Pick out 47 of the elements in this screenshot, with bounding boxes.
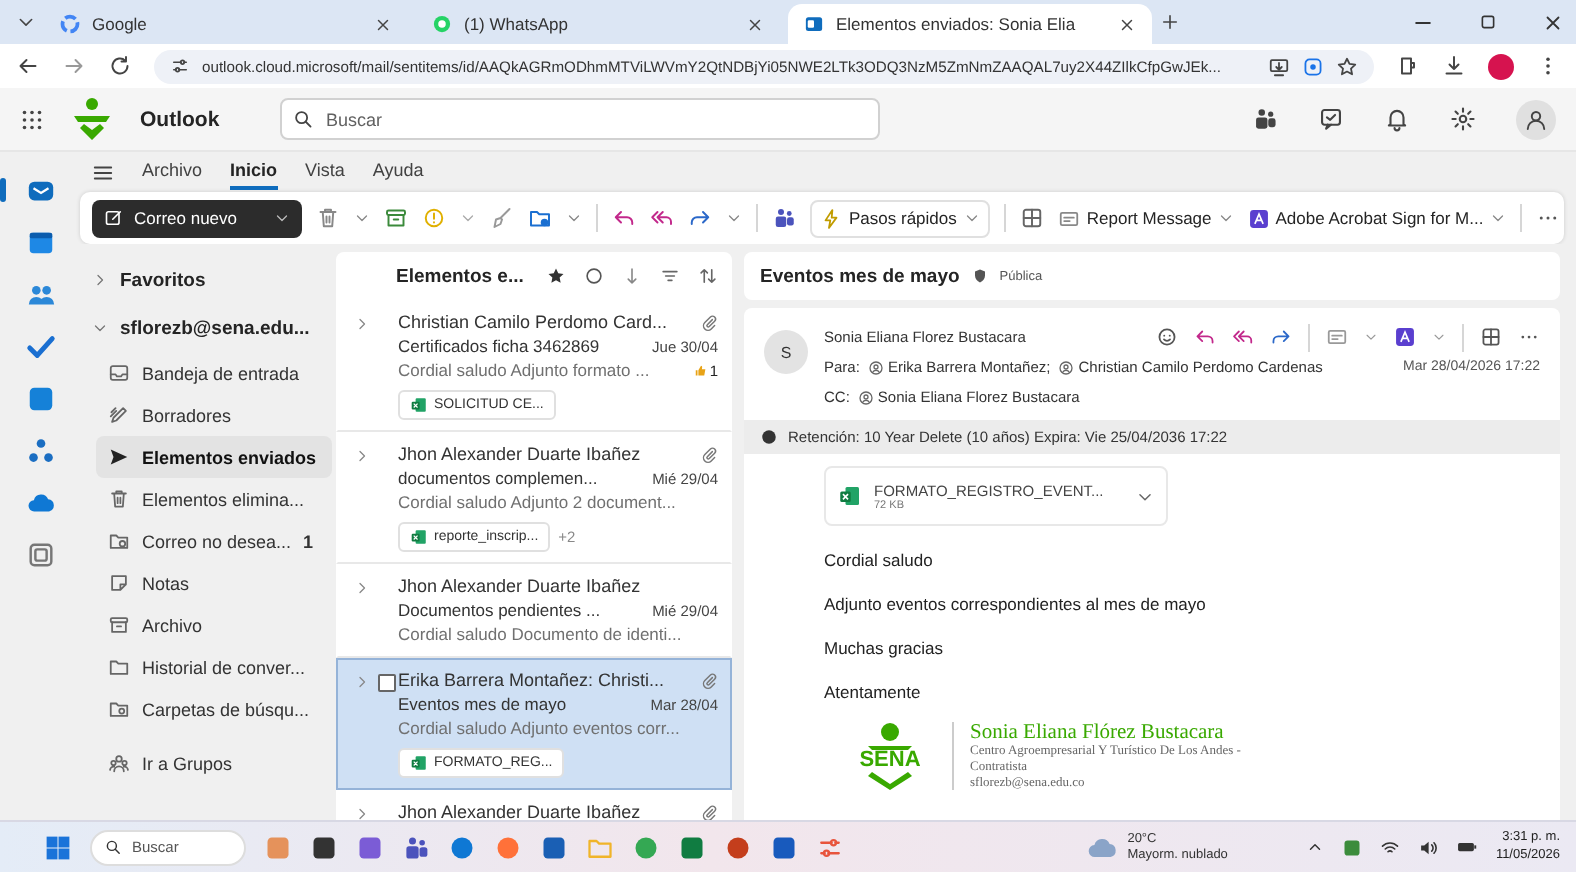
body-paragraph: Cordial saludo: [824, 550, 935, 570]
report-message-button[interactable]: Report Message: [1058, 207, 1234, 229]
sender-name: Jhon Alexander Duarte Ibañez: [398, 576, 643, 596]
ribbon-tab[interactable]: Ayuda: [372, 154, 424, 190]
sender-name: Jhon Alexander Duarte Ibañez: [398, 802, 643, 820]
ribbon-tab[interactable]: Vista: [305, 154, 345, 190]
folder-item[interactable]: Borradores: [96, 394, 332, 436]
message-subject-title: Eventos mes de mayo: [760, 265, 960, 287]
ribbon-tab[interactable]: Archivo: [142, 154, 203, 190]
message-subject: Documentos pendientes ...: [398, 600, 601, 620]
folder-item[interactable]: Notas: [96, 562, 332, 604]
folder-item[interactable]: Carpetas de búsqu...: [96, 688, 332, 730]
folder-item[interactable]: Elementos elimina...: [96, 478, 332, 520]
app-name: Outlook: [140, 107, 222, 131]
sender-name: Erika Barrera Montañez: Christi...: [398, 670, 667, 690]
message-item[interactable]: Jhon Alexander Duarte Ibañez: [336, 790, 732, 820]
folder-item[interactable]: Historial de conver...: [96, 646, 332, 688]
quick-steps-button[interactable]: Pasos rápidos: [809, 199, 991, 237]
signature-logo: SENA: [844, 722, 936, 790]
folder-item[interactable]: Correo no desea... 1: [96, 520, 332, 562]
body-paragraph: Atentamente: [824, 682, 923, 702]
message-subject: Eventos mes de mayo: [398, 694, 567, 714]
sender-name: Jhon Alexander Duarte Ibañez: [398, 444, 643, 464]
folder-item[interactable]: Archivo: [96, 604, 332, 646]
body-paragraph: Adjunto eventos correspondientes al mes de mayo: [824, 594, 1208, 614]
message-subject: Certificados ficha 3462869: [398, 336, 600, 356]
folder-item[interactable]: Bandeja de entrada: [96, 352, 332, 394]
message-preview: Cordial saludo Adjunto eventos corr...: [398, 718, 680, 738]
sender-name: Christian Camilo Perdomo Card...: [398, 312, 670, 332]
message-preview: Cordial saludo Documento de identi...: [398, 624, 682, 644]
folder-group[interactable]: Favoritos: [84, 256, 206, 304]
body-paragraph: Muchas gracias: [824, 638, 946, 658]
search-field[interactable]: Buscar: [280, 98, 880, 140]
acrobat-sign-button[interactable]: Adobe Acrobat Sign for M...: [1247, 207, 1506, 229]
signature-name: Sonia Eliana Flórez Bustacara: [970, 722, 1226, 744]
browser-tab[interactable]: Elementos enviados: Sonia Elia: [788, 4, 1152, 44]
folder-item[interactable]: Elementos enviados: [96, 436, 332, 478]
sender-avatar: S: [764, 330, 808, 374]
message-preview: Cordial saludo Adjunto formato ...: [398, 360, 650, 380]
new-mail-button[interactable]: Correo nuevo: [92, 199, 302, 237]
groups-link[interactable]: Ir a Grupos: [96, 742, 332, 784]
message-preview: Cordial saludo Adjunto 2 document...: [398, 492, 676, 512]
browser-tab[interactable]: Google: [44, 4, 408, 44]
browser-tab[interactable]: (1) WhatsApp: [416, 4, 780, 44]
account-folder-group[interactable]: sflorezb@sena.edu...: [84, 304, 310, 352]
list-title: Elementos e...: [396, 265, 524, 287]
message-subject: documentos complemen...: [398, 468, 598, 488]
